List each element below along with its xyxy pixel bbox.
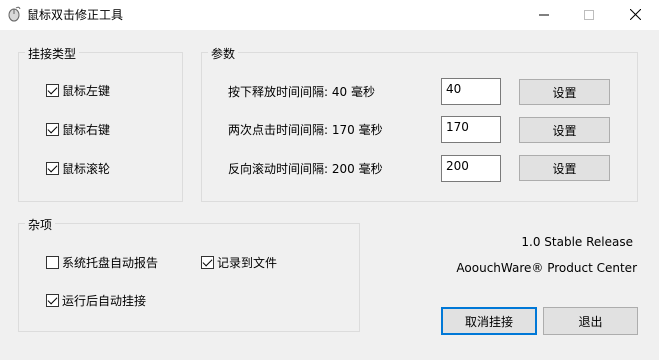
- hook-left-button-checkbox[interactable]: 鼠标左键: [46, 82, 110, 98]
- set-double-click-button[interactable]: 设置: [519, 117, 610, 143]
- minimize-icon: [539, 14, 549, 15]
- set-reverse-scroll-button[interactable]: 设置: [519, 155, 610, 181]
- unhook-button[interactable]: 取消挂接: [441, 307, 537, 335]
- checkbox-box[interactable]: [46, 83, 59, 97]
- log-to-file-checkbox[interactable]: 记录到文件: [201, 254, 277, 270]
- press-release-interval-label: 按下释放时间间隔: 40 毫秒: [228, 85, 375, 99]
- company-label: AoouchWare® Product Center: [456, 261, 637, 275]
- window-title: 鼠标双击修正工具: [27, 8, 124, 22]
- hook-type-legend: 挂接类型: [25, 45, 80, 62]
- checkbox-label: 运行后自动挂接: [62, 293, 147, 308]
- checkbox-label: 鼠标右键: [62, 122, 111, 137]
- maximize-icon: [584, 9, 594, 20]
- mouse-app-icon: [8, 6, 21, 22]
- misc-group: 杂项: [18, 216, 360, 332]
- double-click-interval-input[interactable]: 170: [441, 116, 501, 143]
- checkbox-box[interactable]: [46, 255, 59, 269]
- checkbox-label: 鼠标滚轮: [62, 161, 111, 176]
- press-release-interval-input[interactable]: 40: [441, 78, 501, 105]
- version-label: 1.0 Stable Release: [521, 235, 633, 249]
- tray-auto-report-checkbox[interactable]: 系统托盘自动报告: [46, 254, 158, 270]
- reverse-scroll-interval-input[interactable]: 200: [441, 155, 501, 182]
- reverse-scroll-interval-label: 反向滚动时间间隔: 200 毫秒: [228, 162, 383, 176]
- exit-button[interactable]: 退出: [543, 307, 638, 335]
- checkbox-box[interactable]: [46, 161, 59, 175]
- misc-legend: 杂项: [25, 216, 56, 233]
- checkbox-label: 记录到文件: [217, 255, 278, 270]
- hook-wheel-checkbox[interactable]: 鼠标滚轮: [46, 160, 110, 176]
- double-click-interval-label: 两次点击时间间隔: 170 毫秒: [228, 123, 383, 137]
- auto-hook-on-start-checkbox[interactable]: 运行后自动挂接: [46, 292, 146, 308]
- minimize-button[interactable]: [521, 0, 567, 29]
- hook-right-button-checkbox[interactable]: 鼠标右键: [46, 121, 110, 137]
- set-press-release-button[interactable]: 设置: [519, 79, 610, 105]
- checkbox-box[interactable]: [46, 122, 59, 136]
- maximize-button[interactable]: [566, 0, 612, 29]
- params-legend: 参数: [208, 45, 239, 62]
- checkbox-box[interactable]: [46, 293, 59, 307]
- checkbox-label: 系统托盘自动报告: [62, 255, 159, 270]
- title-bar: 鼠标双击修正工具: [0, 0, 659, 31]
- close-button[interactable]: [612, 0, 658, 29]
- checkbox-label: 鼠标左键: [62, 83, 111, 98]
- close-icon: [629, 9, 641, 20]
- checkbox-box[interactable]: [201, 255, 214, 269]
